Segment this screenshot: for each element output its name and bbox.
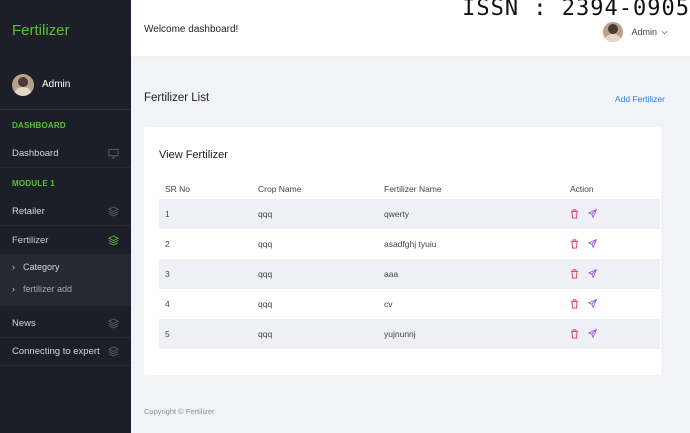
- welcome-text: Welcome dashboard!: [144, 24, 239, 35]
- main-content: Fertilizer List Add Fertilizer View Fert…: [131, 57, 690, 433]
- table-row: 1 qqq qwerty: [159, 199, 660, 229]
- trash-icon[interactable]: [570, 239, 579, 249]
- row-actions: [570, 209, 660, 219]
- chevron-right-icon: ›: [12, 284, 15, 294]
- column-header-sr-no: SR No: [165, 183, 191, 194]
- fertilizer-table: SR No Crop Name Fertilizer Name Action 1…: [159, 178, 660, 349]
- chevron-down-icon: [661, 29, 668, 36]
- section-dashboard: DASHBOARD: [12, 120, 66, 130]
- trash-icon[interactable]: [570, 269, 579, 279]
- cell-fertilizer-name: yujnunnj: [378, 319, 564, 349]
- cell-sr-no: 2: [165, 239, 170, 249]
- sidebar-item-news[interactable]: News: [0, 310, 131, 338]
- header-user-menu[interactable]: Admin: [603, 22, 668, 42]
- sidebar-item-label: fertilizer add: [23, 284, 73, 294]
- cell-actions: [564, 319, 660, 349]
- cell-sr-no: 5: [159, 319, 252, 349]
- send-icon[interactable]: [588, 269, 597, 279]
- issn-overlay-text: ISSN : 2394-0905: [462, 0, 690, 21]
- trash-icon[interactable]: [570, 329, 579, 339]
- cell-fertilizer-name: qwerty: [378, 199, 564, 229]
- top-header: Welcome dashboard! ISSN : 2394-0905 Admi…: [131, 0, 690, 57]
- sidebar-item-label: Retailer: [12, 206, 45, 217]
- sidebar-item-label: Dashboard: [12, 148, 59, 159]
- table-row: 2 qqq asadfghj tyuiu: [159, 229, 660, 259]
- sidebar-item-retailer[interactable]: Retailer: [0, 198, 131, 226]
- fertilizer-submenu: › Category › fertilizer add: [0, 254, 131, 306]
- table-row: 3 qqq aaa: [159, 259, 660, 289]
- sidebar-item-connecting-to-expert[interactable]: Connecting to expert: [0, 338, 131, 366]
- monitor-icon: [108, 148, 119, 159]
- row-actions: [570, 299, 660, 309]
- table-header-row: SR No Crop Name Fertilizer Name Action: [159, 178, 660, 199]
- cell-crop-name: qqq: [258, 239, 273, 249]
- section-module-1: MODULE 1: [12, 178, 55, 188]
- table-row: 5 qqq yujnunnj: [159, 319, 660, 349]
- sidebar-item-fertilizer[interactable]: Fertilizer: [0, 226, 131, 254]
- sidebar-item-label: Fertilizer: [12, 234, 49, 246]
- cell-crop-name: qqq: [252, 259, 378, 289]
- layers-icon: [108, 206, 119, 217]
- trash-icon[interactable]: [570, 299, 579, 309]
- sidebar-item-fertilizer-add[interactable]: › fertilizer add: [0, 278, 131, 300]
- cell-sr-no: 3: [159, 259, 252, 289]
- sidebar-item-label: Category: [23, 262, 60, 272]
- sidebar-item-category[interactable]: › Category: [0, 256, 131, 278]
- sidebar-user[interactable]: Admin: [0, 60, 131, 110]
- chevron-right-icon: ›: [12, 262, 15, 272]
- cell-actions: [564, 229, 660, 259]
- cell-sr-no: 4: [165, 299, 170, 309]
- sidebar-item-label: Connecting to expert: [12, 346, 100, 357]
- cell-crop-name: qqq: [258, 299, 273, 309]
- trash-icon[interactable]: [570, 209, 579, 219]
- column-header-action: Action: [570, 183, 594, 194]
- row-actions: [570, 269, 660, 279]
- brand-logo[interactable]: Fertilizer: [0, 0, 131, 60]
- page-title: Fertilizer List: [144, 92, 210, 104]
- avatar: [12, 73, 34, 96]
- add-fertilizer-link[interactable]: Add Fertilizer: [615, 94, 665, 104]
- send-icon[interactable]: [588, 239, 597, 249]
- column-header-crop-name: Crop Name: [258, 183, 302, 194]
- row-actions: [570, 239, 660, 249]
- header-user-name: Admin: [631, 27, 657, 37]
- cell-crop-name: qqq: [252, 199, 378, 229]
- cell-fertilizer-name: cv: [384, 299, 393, 309]
- cell-crop-name: qqq: [252, 319, 378, 349]
- layers-icon: [108, 318, 119, 329]
- sidebar-user-name: Admin: [42, 79, 71, 90]
- cell-fertilizer-name: aaa: [378, 259, 564, 289]
- cell-sr-no: 1: [159, 199, 252, 229]
- layers-icon: [108, 346, 119, 357]
- table-row: 4 qqq cv: [159, 289, 660, 319]
- cell-fertilizer-name: asadfghj tyuiu: [384, 239, 437, 249]
- row-actions: [570, 329, 660, 339]
- fertilizer-card: View Fertilizer SR No Crop Name Fertiliz…: [144, 127, 661, 375]
- layers-icon: [108, 234, 119, 246]
- sidebar: Fertilizer Admin DASHBOARD Dashboard MOD…: [0, 0, 131, 433]
- footer-copyright: Copyright © Fertilizer: [144, 407, 215, 416]
- send-icon[interactable]: [588, 209, 597, 219]
- column-header-fertilizer-name: Fertilizer Name: [384, 183, 442, 194]
- sidebar-item-label: News: [12, 318, 36, 329]
- avatar: [603, 22, 624, 42]
- card-title: View Fertilizer: [159, 149, 228, 161]
- send-icon[interactable]: [588, 299, 597, 309]
- cell-actions: [564, 259, 660, 289]
- cell-actions: [564, 199, 660, 229]
- send-icon[interactable]: [588, 329, 597, 339]
- sidebar-item-dashboard[interactable]: Dashboard: [0, 140, 131, 168]
- cell-actions: [564, 289, 660, 319]
